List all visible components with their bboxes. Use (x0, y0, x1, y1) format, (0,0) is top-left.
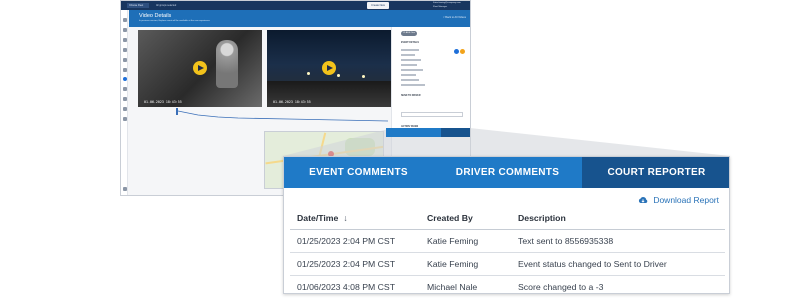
table-row: 01/25/2023 2:04 PM CST Katie Feming Text… (290, 230, 725, 253)
court-reporter-table: Date/Time ↓ Created By Description 01/25/… (290, 208, 725, 293)
table-row: 01/25/2023 2:04 PM CST Katie Feming Even… (290, 253, 725, 276)
tab-event-comments[interactable]: EVENT COMMENTS (284, 157, 433, 188)
cell-description: Text sent to 8556935338 (518, 236, 614, 246)
table-row: 01/06/2023 4:08 PM CST Michael Nale Scor… (290, 276, 725, 293)
cell-description: Event status changed to Sent to Driver (518, 259, 667, 269)
marketing-composite: Choose Fleet All groups selected Create … (0, 0, 800, 300)
column-header-created-by: Created By (427, 213, 473, 223)
cell-created-by: Katie Feming (427, 236, 479, 246)
datetime-header-label: Date/Time (297, 213, 339, 223)
column-header-description: Description (518, 213, 566, 223)
column-header-datetime[interactable]: Date/Time ↓ (297, 208, 348, 228)
mini-active-tab (441, 128, 470, 137)
cell-created-by: Katie Feming (427, 259, 479, 269)
cell-datetime: 01/25/2023 2:04 PM CST (297, 236, 396, 246)
court-reporter-panel: EVENT COMMENTS DRIVER COMMENTS COURT REP… (283, 156, 730, 294)
download-report-button[interactable]: Download Report (638, 194, 719, 206)
cell-description: Score changed to a -3 (518, 282, 604, 292)
arrow-down-icon[interactable]: ↓ (343, 208, 347, 228)
cloud-download-icon (639, 197, 648, 203)
table-header-row: Date/Time ↓ Created By Description (290, 208, 725, 230)
cell-datetime: 01/25/2023 2:04 PM CST (297, 259, 396, 269)
download-report-label: Download Report (653, 195, 719, 205)
tab-court-reporter[interactable]: COURT REPORTER (582, 157, 729, 188)
comments-tabs: EVENT COMMENTS DRIVER COMMENTS COURT REP… (284, 157, 729, 188)
cell-datetime: 01/06/2023 4:08 PM CST (297, 282, 396, 292)
callout-wedge (283, 128, 730, 156)
cell-created-by: Michael Nale (427, 282, 478, 292)
tab-driver-comments[interactable]: DRIVER COMMENTS (433, 157, 582, 188)
